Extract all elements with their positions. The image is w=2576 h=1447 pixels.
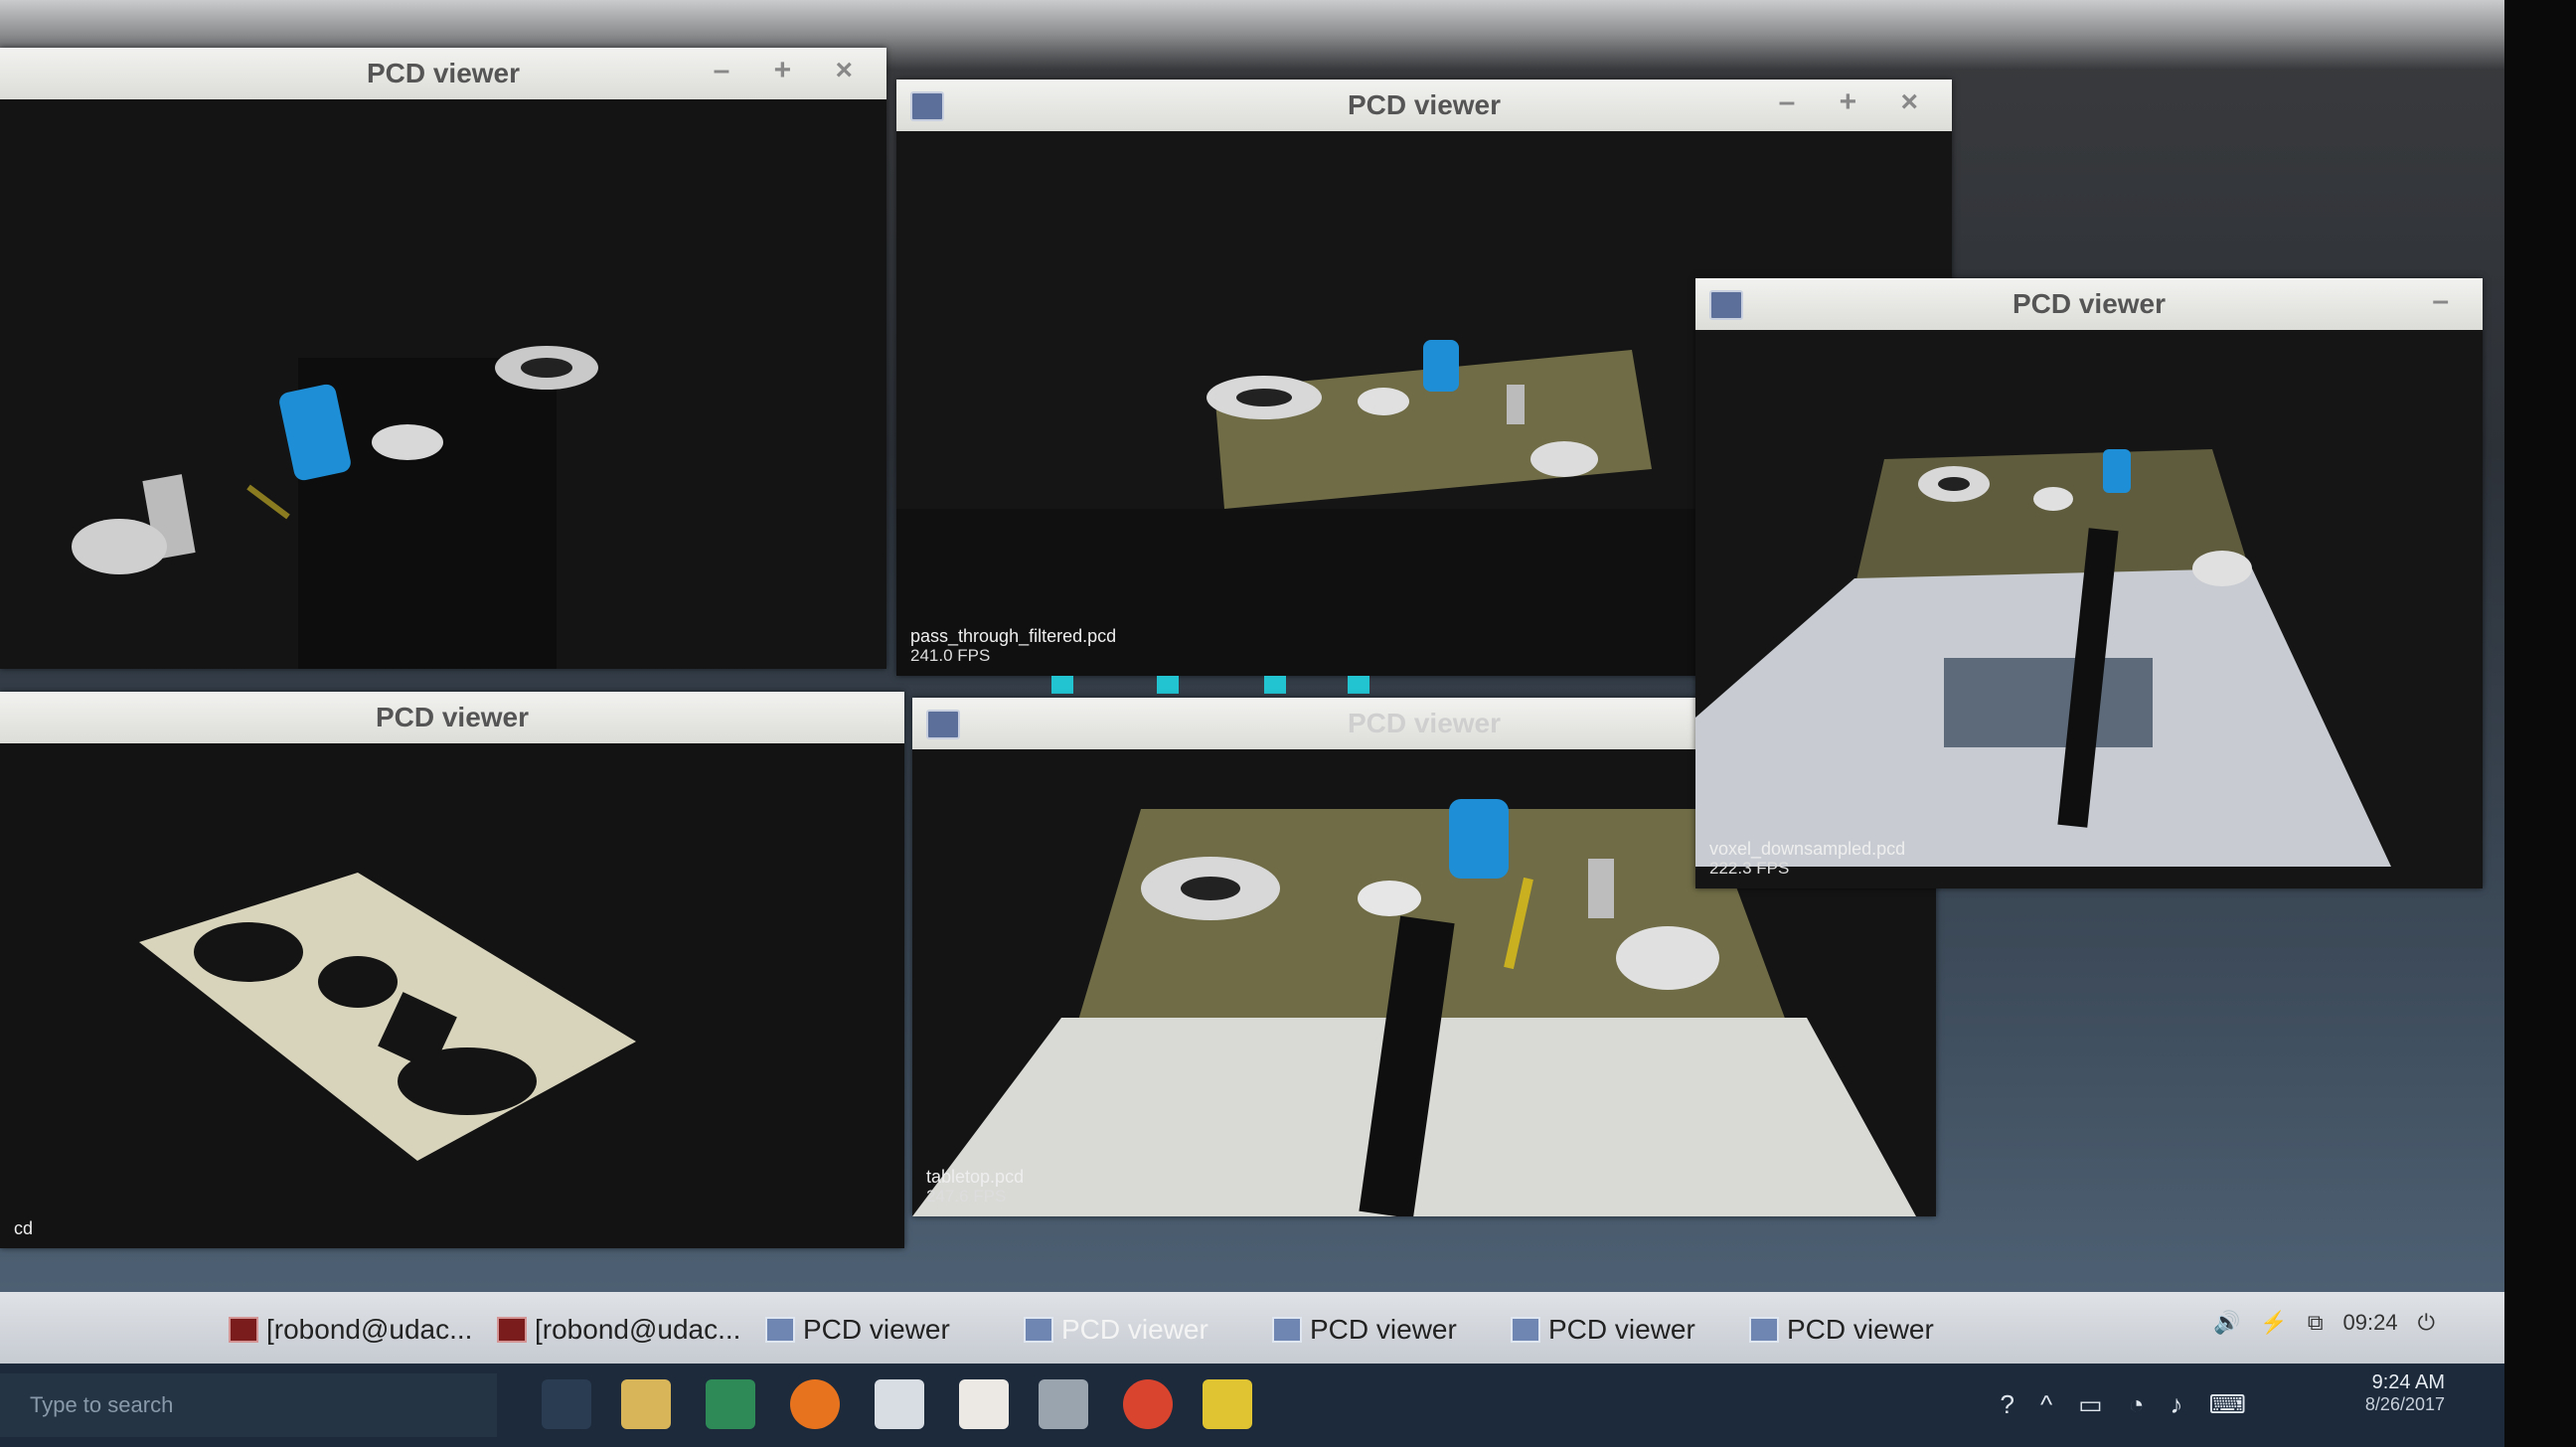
window-icon (1024, 1317, 1053, 1343)
help-icon[interactable]: ? (2001, 1389, 2014, 1420)
window-controls[interactable]: – + × (714, 54, 871, 87)
notes-icon[interactable] (875, 1379, 924, 1429)
fps-readout: 247.6 FPS (926, 1187, 1007, 1206)
viewport-caption: pass_through_filtered.pcd 241.0 FPS (910, 626, 1116, 666)
window-icon (1749, 1317, 1779, 1343)
panel-tray: 🔊 ⚡ ⧉ 09:24 ⏻ (2213, 1310, 2435, 1336)
firefox-icon[interactable] (790, 1379, 840, 1429)
window-app-icon (910, 91, 944, 121)
network-icon[interactable]: ⧉ (2308, 1310, 2324, 1336)
window-title: PCD viewer (375, 702, 530, 732)
system-clock[interactable]: 9:24 AM 8/26/2017 (2365, 1371, 2445, 1415)
pcd-viewer-window-3[interactable]: PCD viewer – voxel_downsampled.pcd 222.3… (1695, 278, 2483, 888)
task-view-icon[interactable] (542, 1379, 591, 1429)
window-title: PCD viewer (1347, 708, 1502, 738)
taskbar-item-label: PCD viewer (1787, 1314, 1934, 1345)
window-icon (765, 1317, 795, 1343)
window-title: PCD viewer (366, 58, 521, 88)
window-app-icon (1709, 290, 1743, 320)
volume-icon[interactable]: 🔊 (2213, 1310, 2240, 1336)
taskbar-item[interactable]: [robond@udac... (229, 1308, 472, 1352)
taskbar-item[interactable]: [robond@udac... (497, 1308, 740, 1352)
system-tray: ? ^ ▭ ◔ ♪ ⌨ (2001, 1389, 2247, 1420)
power-icon[interactable]: ⚡ (2260, 1310, 2287, 1336)
terminal-icon (229, 1317, 258, 1343)
taskbar-item-label: PCD viewer (1310, 1314, 1457, 1345)
teal-marker (1348, 676, 1369, 694)
volume-icon[interactable]: ♪ (2170, 1389, 2182, 1420)
taskbar-item[interactable]: PCD viewer (1272, 1308, 1457, 1352)
virtual-machine-icon[interactable] (1203, 1379, 1252, 1429)
pcd-filename: tabletop.pcd (926, 1167, 1025, 1187)
chrome-icon[interactable] (1123, 1379, 1173, 1429)
calculator-icon[interactable] (1039, 1379, 1088, 1429)
spreadsheet-icon[interactable] (706, 1379, 755, 1429)
window-titlebar[interactable]: PCD viewer – + × (0, 48, 886, 99)
taskbar-item[interactable]: PCD viewer (1749, 1308, 1934, 1352)
teal-marker (1157, 676, 1179, 694)
teal-marker (1051, 676, 1073, 694)
point-cloud-viewport[interactable]: cd (0, 743, 904, 1248)
taskbar-item-label: PCD viewer (803, 1314, 950, 1345)
window-controls[interactable]: – (2432, 284, 2467, 318)
window-titlebar[interactable]: PCD viewer – + × (896, 80, 1952, 131)
windows-taskbar: Type to search ? ^ ▭ ◔ ♪ ⌨ 9:24 AM 8/26/… (0, 1364, 2504, 1447)
linux-taskbar: [robond@udac... [robond@udac... PCD view… (0, 1292, 2504, 1364)
window-icon (1511, 1317, 1540, 1343)
fps-readout: 222.3 FPS (1709, 859, 1790, 878)
taskbar-item-label: PCD viewer (1548, 1314, 1695, 1345)
battery-icon[interactable]: ▭ (2078, 1389, 2103, 1420)
pcd-viewer-window-4[interactable]: PCD viewer cd (0, 692, 904, 1248)
window-app-icon (926, 710, 960, 739)
taskbar-item-label: [robond@udac... (266, 1314, 473, 1345)
pcd-filename: cd (14, 1218, 34, 1238)
chevron-up-icon[interactable]: ^ (2040, 1389, 2052, 1420)
viewport-caption: cd (14, 1218, 33, 1238)
window-title: PCD viewer (2012, 288, 2167, 319)
keyboard-icon[interactable]: ⌨ (2208, 1389, 2246, 1420)
git-icon[interactable] (959, 1379, 1009, 1429)
monitor-bezel (2504, 0, 2576, 1447)
fps-readout: 241.0 FPS (910, 646, 991, 665)
window-controls[interactable]: – + × (1779, 85, 1936, 119)
file-explorer-icon[interactable] (621, 1379, 671, 1429)
shutdown-icon[interactable]: ⏻ (2418, 1310, 2435, 1336)
pcd-filename: pass_through_filtered.pcd (910, 626, 1117, 646)
taskbar-item[interactable]: PCD viewer (765, 1308, 950, 1352)
clock-time: 9:24 AM (2371, 1371, 2445, 1393)
window-icon (1272, 1317, 1302, 1343)
viewport-caption: tabletop.pcd 247.6 FPS (926, 1167, 1024, 1206)
window-title: PCD viewer (1347, 89, 1502, 120)
window-titlebar[interactable]: PCD viewer (0, 692, 904, 743)
point-cloud-viewport[interactable] (0, 99, 886, 669)
taskbar-item[interactable]: PCD viewer (1024, 1308, 1208, 1352)
point-cloud-viewport[interactable]: voxel_downsampled.pcd 222.3 FPS (1695, 330, 2483, 888)
pcd-viewer-window-1[interactable]: PCD viewer – + × (0, 48, 886, 669)
taskbar-item[interactable]: PCD viewer (1511, 1308, 1695, 1352)
terminal-icon (497, 1317, 527, 1343)
search-input[interactable]: Type to search (0, 1373, 497, 1437)
panel-clock: 09:24 (2342, 1310, 2398, 1335)
viewport-caption: voxel_downsampled.pcd 222.3 FPS (1709, 839, 1905, 879)
wifi-icon[interactable]: ◔ (2129, 1389, 2145, 1420)
taskbar-item-label: PCD viewer (1061, 1314, 1208, 1345)
teal-marker (1264, 676, 1286, 694)
taskbar-item-label: [robond@udac... (535, 1314, 741, 1345)
clock-date: 8/26/2017 (2364, 1394, 2445, 1414)
window-titlebar[interactable]: PCD viewer – (1695, 278, 2483, 330)
pcd-filename: voxel_downsampled.pcd (1709, 839, 1906, 859)
